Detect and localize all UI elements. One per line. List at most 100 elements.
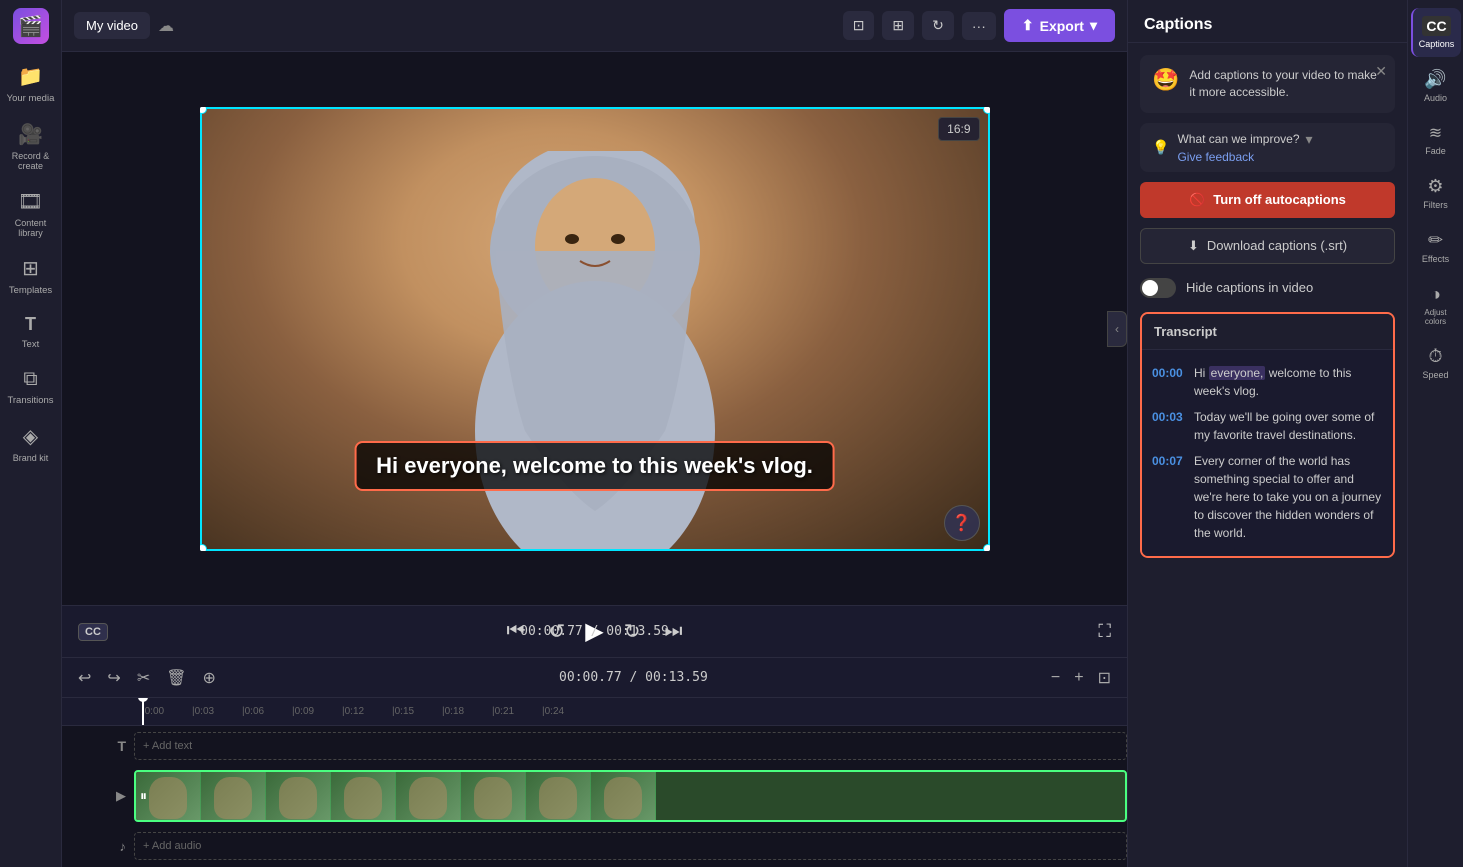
tool-captions[interactable]: CC Captions xyxy=(1411,8,1461,57)
panel-collapse-button[interactable]: ‹ xyxy=(1107,311,1127,347)
transcript-section: Transcript 00:00 Hi everyone, welcome to… xyxy=(1140,312,1395,558)
effects-tool-icon: ✏ xyxy=(1428,230,1443,251)
transcript-header: Transcript xyxy=(1142,314,1393,350)
text-track-icon: T xyxy=(62,738,134,754)
tool-speed[interactable]: ⏱ Speed xyxy=(1411,338,1461,388)
captions-tool-label: Captions xyxy=(1419,39,1455,49)
ruler-mark-4: |0:12 xyxy=(342,706,392,717)
turn-off-autocaptions-button[interactable]: 🚫 Turn off autocaptions xyxy=(1140,182,1395,218)
sidebar-item-brand-kit[interactable]: ◈ Brand kit xyxy=(3,416,59,471)
templates-icon: ⊞ xyxy=(22,256,39,281)
effects-tool-label: Effects xyxy=(1422,254,1449,264)
transcript-entry-1: 00:03 Today we'll be going over some of … xyxy=(1152,404,1383,448)
tool-effects[interactable]: ✏ Effects xyxy=(1411,222,1461,272)
delete-button[interactable]: 🗑 xyxy=(162,664,190,692)
text-track-row: T + Add text xyxy=(62,730,1127,762)
video-canvas: Hi everyone, welcome to this week's vlog… xyxy=(200,107,990,551)
toggle-knob xyxy=(1142,280,1158,296)
export-chevron-icon: ▾ xyxy=(1090,17,1097,34)
captions-panel-header: Captions xyxy=(1128,0,1407,43)
tip-emoji: 🤩 xyxy=(1152,67,1179,93)
transcript-entry-0: 00:00 Hi everyone, welcome to this week'… xyxy=(1152,360,1383,404)
fullscreen-button[interactable]: ⛶ xyxy=(1098,621,1111,642)
video-title-tab[interactable]: My video xyxy=(74,12,150,39)
zoom-out-button[interactable]: − xyxy=(1047,665,1064,691)
left-sidebar: 🎬 📁 Your media 🎥 Record &create 🎞 Conten… xyxy=(0,0,62,867)
tip-text: Add captions to your video to make it mo… xyxy=(1189,67,1383,101)
transcript-title: Transcript xyxy=(1154,324,1217,339)
autocaptions-label: Turn off autocaptions xyxy=(1213,192,1346,207)
sidebar-item-your-media[interactable]: 📁 Your media xyxy=(3,56,59,112)
thumbnail-5 xyxy=(396,772,461,822)
sidebar-item-content-library[interactable]: 🎞 Contentlibrary xyxy=(3,181,59,246)
playback-time: 00:00.77 / 00:13.59 xyxy=(520,624,669,639)
cut-button[interactable]: ✂ xyxy=(133,664,154,692)
speed-tool-icon: ⏱ xyxy=(1428,346,1442,367)
audio-track-icon: ♪ xyxy=(62,839,134,854)
pause-icon: ⏸ xyxy=(140,788,147,805)
tool-adjust-colors[interactable]: ◑ Adjust colors xyxy=(1411,276,1461,334)
fit-to-screen-button[interactable]: ⊡ xyxy=(1094,664,1115,692)
captions-body: 🤩 Add captions to your video to make it … xyxy=(1128,43,1407,867)
give-feedback-link[interactable]: Give feedback xyxy=(1177,150,1312,164)
video-person-svg xyxy=(365,151,825,551)
captions-title: Captions xyxy=(1144,16,1212,33)
hide-captions-toggle[interactable] xyxy=(1140,278,1176,298)
video-title: My video xyxy=(86,18,138,33)
tool-fade[interactable]: ≋ Fade xyxy=(1411,115,1461,164)
timeline-toolbar: ↩ ↪ ✂ 🗑 ⊕ 00:00.77 / 00:13.59 − + ⊡ xyxy=(62,658,1127,698)
sidebar-label-text: Text xyxy=(22,339,39,350)
layout-tool-button[interactable]: ⊞ xyxy=(882,11,914,40)
filters-tool-icon: ⚙ xyxy=(1427,176,1443,197)
tool-audio[interactable]: 🔊 Audio xyxy=(1411,61,1461,111)
transcript-text-0[interactable]: Hi everyone, welcome to this week's vlog… xyxy=(1194,364,1383,400)
rotate-tool-button[interactable]: ↻ xyxy=(922,11,954,40)
video-frame[interactable]: Hi everyone, welcome to this week's vlog… xyxy=(200,107,990,551)
adjust-colors-tool-icon: ◑ xyxy=(1430,284,1441,305)
cloud-sync-icon[interactable]: ☁ xyxy=(158,16,174,36)
thumbnail-8 xyxy=(591,772,656,822)
sidebar-item-templates[interactable]: ⊞ Templates xyxy=(3,248,59,304)
video-track-content[interactable]: ⏸ xyxy=(134,770,1127,822)
aspect-ratio-badge: 16:9 xyxy=(938,117,979,141)
hide-captions-row: Hide captions in video xyxy=(1140,274,1395,302)
timeline-time-display: 00:00.77 / 00:13.59 xyxy=(228,670,1039,685)
ruler-mark-6: |0:18 xyxy=(442,706,492,717)
ruler-mark-5: |0:15 xyxy=(392,706,442,717)
tip-card: 🤩 Add captions to your video to make it … xyxy=(1140,55,1395,113)
undo-button[interactable]: ↩ xyxy=(74,664,95,692)
sidebar-item-transitions[interactable]: ⧉ Transitions xyxy=(3,360,59,414)
transcript-text-2[interactable]: Every corner of the world has something … xyxy=(1194,452,1383,542)
sidebar-item-text[interactable]: T Text xyxy=(3,306,59,358)
audio-tool-label: Audio xyxy=(1424,93,1447,103)
zoom-in-button[interactable]: + xyxy=(1070,665,1087,691)
right-captions-panel: Captions 🤩 Add captions to your video to… xyxy=(1127,0,1407,867)
add-clip-button[interactable]: ⊕ xyxy=(199,664,220,692)
video-track-row: ▶ ⏸ xyxy=(62,766,1127,826)
tool-filters[interactable]: ⚙ Filters xyxy=(1411,168,1461,218)
transcript-text-1[interactable]: Today we'll be going over some of my fav… xyxy=(1194,408,1383,444)
ruler-mark-1: |0:03 xyxy=(192,706,242,717)
redo-button[interactable]: ↪ xyxy=(103,664,124,692)
hide-captions-label: Hide captions in video xyxy=(1186,280,1313,295)
crop-tool-button[interactable]: ⊡ xyxy=(843,11,875,40)
fade-tool-label: Fade xyxy=(1425,146,1446,156)
caption-text-overlay[interactable]: Hi everyone, welcome to this week's vlog… xyxy=(354,441,835,491)
help-button[interactable]: ❓ xyxy=(944,505,980,541)
cc-badge[interactable]: CC xyxy=(78,623,108,641)
sidebar-label-content-library: Contentlibrary xyxy=(15,218,47,238)
download-captions-button[interactable]: ⬇ Download captions (.srt) xyxy=(1140,228,1395,264)
sidebar-item-record-create[interactable]: 🎥 Record &create xyxy=(3,114,59,179)
feedback-chevron-icon[interactable]: ▾ xyxy=(1306,131,1313,148)
ruler-mark-2: |0:06 xyxy=(242,706,292,717)
export-button[interactable]: ⬆ Export ▾ xyxy=(1004,9,1115,42)
download-icon: ⬇ xyxy=(1188,238,1199,254)
autocaptions-icon: 🚫 xyxy=(1189,192,1205,208)
transitions-icon: ⧉ xyxy=(23,368,37,391)
canvas-area: Hi everyone, welcome to this week's vlog… xyxy=(62,52,1127,605)
tip-close-button[interactable]: ✕ xyxy=(1375,63,1387,80)
thumbnail-3 xyxy=(266,772,331,822)
more-options-button[interactable]: ··· xyxy=(962,12,996,40)
add-audio-button[interactable]: + Add audio xyxy=(134,832,1127,860)
add-text-button[interactable]: + Add text xyxy=(134,732,1127,760)
